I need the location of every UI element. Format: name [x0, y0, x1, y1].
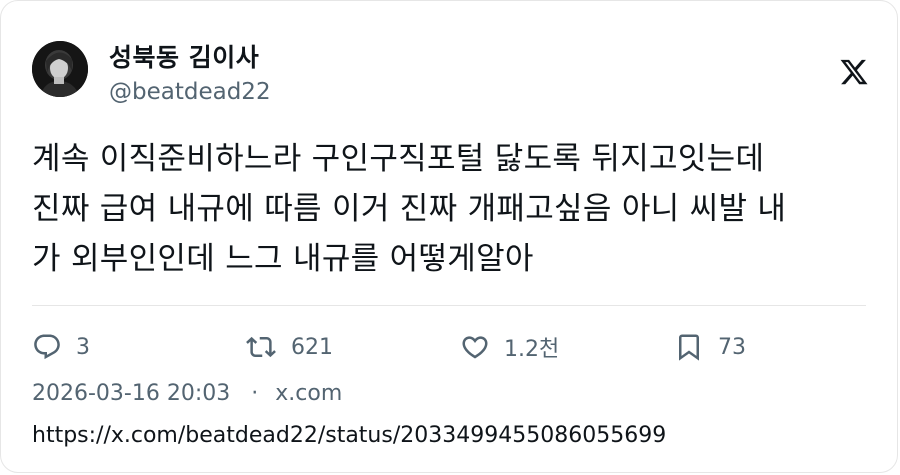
avatar-image [32, 41, 88, 97]
reply-button[interactable]: 3 [32, 329, 90, 365]
timestamp[interactable]: 2026-03-16 20:03 [32, 381, 230, 406]
like-count: 1.2천 [504, 337, 560, 362]
source-domain: x.com [275, 381, 343, 406]
reply-count: 3 [76, 334, 90, 360]
avatar[interactable] [32, 41, 88, 97]
bookmark-button[interactable]: 73 [674, 329, 746, 365]
tweet-text-line: 진짜 급여 내규에 따름 이거 진짜 개패고싶음 아니 씨발 내 [32, 191, 787, 227]
like-button[interactable]: 1.2천 [460, 329, 559, 365]
divider [32, 305, 866, 306]
x-logo-icon[interactable] [839, 57, 869, 87]
reply-icon [32, 332, 62, 362]
meta-separator: · [251, 381, 259, 406]
tweet-card: 성북동 김이사 @beatdead22 계속 이직준비하느라 구인구직포털 닳도… [0, 0, 898, 473]
bookmark-count: 73 [718, 334, 746, 360]
display-name[interactable]: 성북동 김이사 [109, 38, 259, 74]
tweet-meta: 2026-03-16 20:03 · x.com [32, 381, 342, 406]
user-handle[interactable]: @beatdead22 [109, 79, 271, 105]
tweet-text-line: 계속 이직준비하느라 구인구직포털 닳도록 뒤지고잇는데 [32, 141, 765, 177]
retweet-count: 621 [291, 334, 333, 360]
bookmark-icon [674, 332, 704, 362]
retweet-button[interactable]: 621 [245, 329, 333, 365]
tweet-text: 계속 이직준비하느라 구인구직포털 닳도록 뒤지고잇는데 진짜 급여 내규에 따… [32, 134, 872, 284]
tweet-text-line: 가 외부인인데 느그 내규를 어떻게알아 [32, 241, 534, 277]
retweet-icon [245, 332, 277, 362]
heart-icon [460, 332, 490, 362]
tweet-url-link[interactable]: https://x.com/beatdead22/status/20334994… [32, 423, 666, 448]
